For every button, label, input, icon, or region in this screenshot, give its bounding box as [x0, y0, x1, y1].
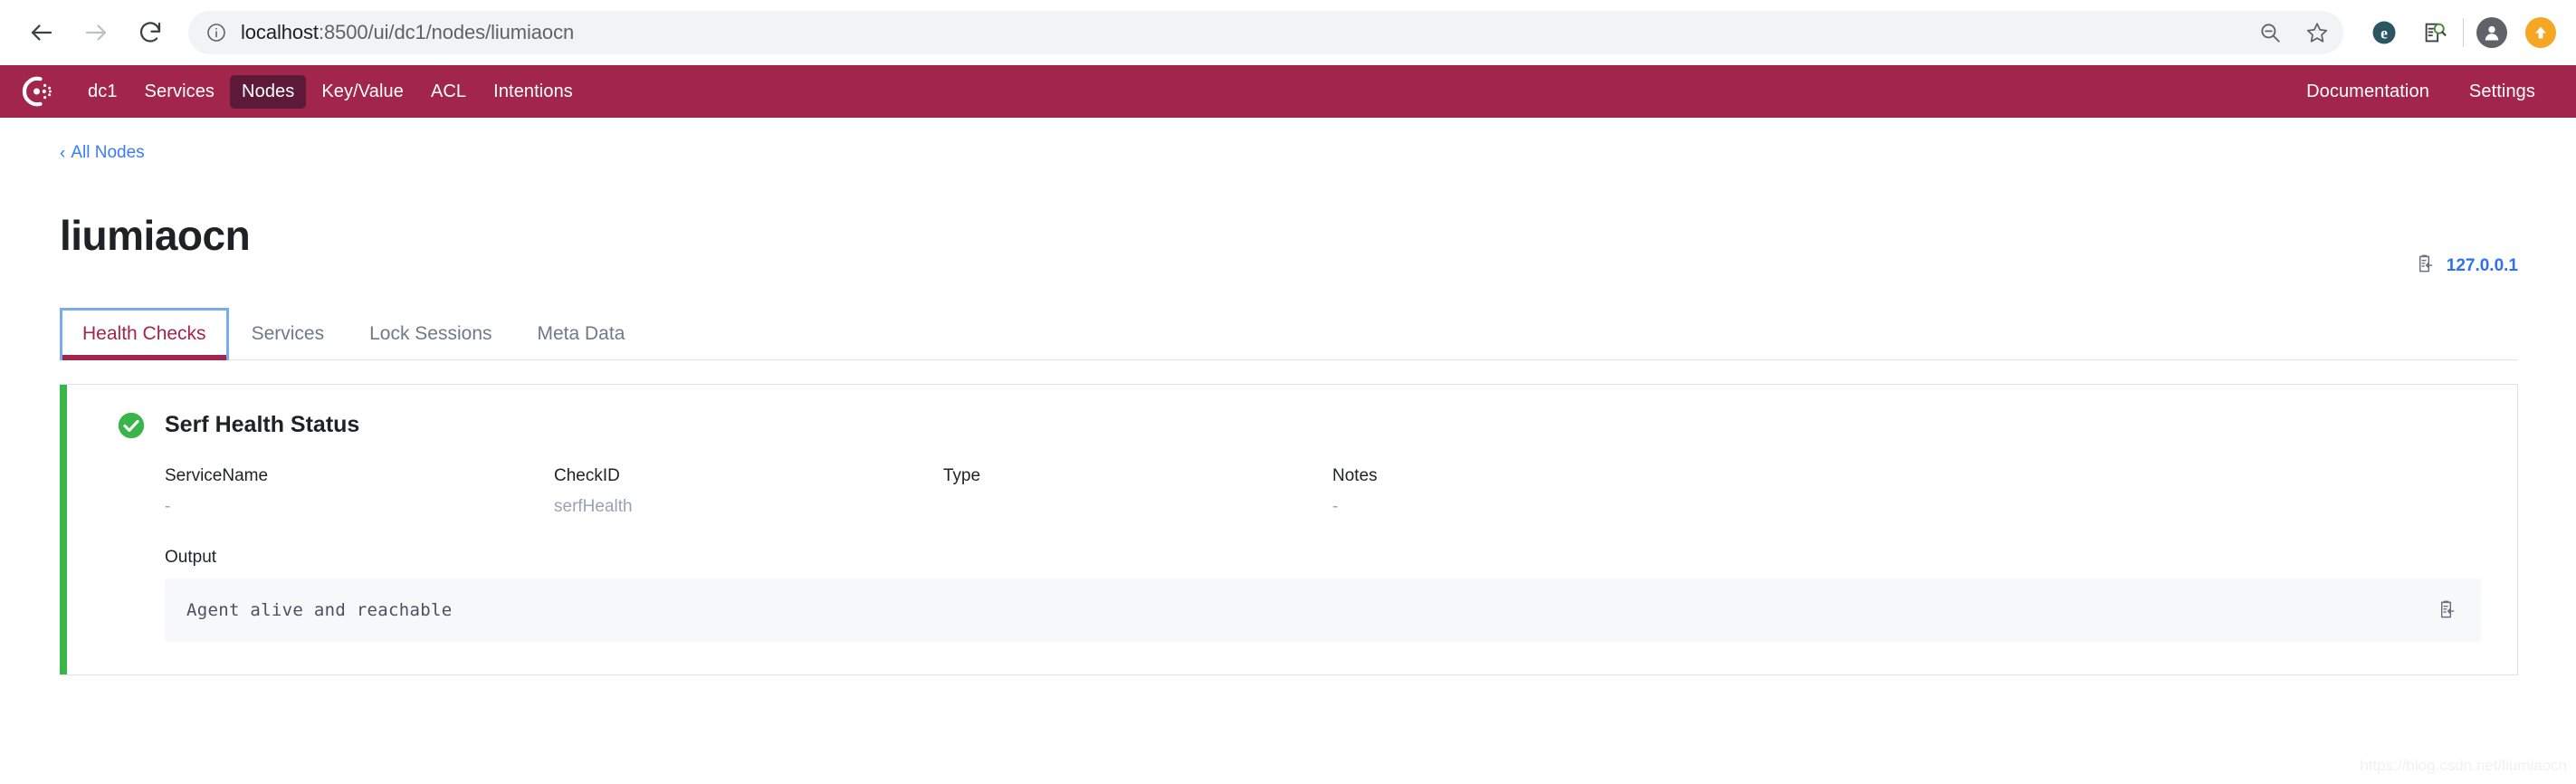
tab-lock-sessions[interactable]: Lock Sessions	[347, 309, 514, 359]
forward-arrow-icon	[82, 19, 110, 46]
consul-nav-right: Documentation Settings	[2295, 75, 2547, 109]
zoom-out-icon[interactable]	[2256, 19, 2284, 46]
nav-item-key-value[interactable]: Key/Value	[310, 75, 415, 109]
node-tabs: Health Checks Services Lock Sessions Met…	[60, 310, 2518, 360]
browser-extensions: e	[2369, 17, 2450, 48]
tab-services[interactable]: Services	[229, 309, 348, 359]
check-circle-icon	[116, 410, 147, 441]
health-check-header: Serf Health Status	[116, 410, 2481, 441]
bookmark-star-icon[interactable]	[2304, 19, 2331, 46]
breadcrumb-label: All Nodes	[71, 143, 144, 163]
page-header: liumiaocn 127.0.0.1	[60, 186, 2518, 284]
node-address-link[interactable]: 127.0.0.1	[2447, 256, 2518, 276]
watermark: https://blog.csdn.net/liumiaocn	[2360, 757, 2567, 775]
consul-navbar: dc1 Services Nodes Key/Value ACL Intenti…	[0, 65, 2576, 118]
field-type: Type	[943, 466, 1332, 517]
health-check-card: Serf Health Status ServiceName - CheckID…	[60, 384, 2518, 675]
consul-nav-links: dc1 Services Nodes Key/Value ACL Intenti…	[76, 75, 585, 109]
health-check-title: Serf Health Status	[165, 412, 359, 438]
health-check-output: Output Agent alive and reachable	[116, 548, 2481, 642]
forward-button[interactable]	[71, 7, 121, 58]
nav-item-acl[interactable]: ACL	[419, 75, 478, 109]
output-box: Agent alive and reachable	[165, 578, 2481, 642]
url-text: localhost:8500/ui/dc1/nodes/liumiaocn	[241, 21, 574, 44]
chevron-left-icon: ‹	[60, 145, 65, 162]
inspect-extension-icon[interactable]	[2419, 17, 2450, 48]
status-indicator-bar	[60, 385, 67, 674]
tab-health-checks[interactable]: Health Checks	[60, 308, 229, 360]
field-label: ServiceName	[165, 466, 554, 486]
nav-item-documentation[interactable]: Documentation	[2295, 75, 2441, 109]
output-text: Agent alive and reachable	[186, 600, 452, 620]
field-value	[943, 497, 1332, 517]
address-bar[interactable]: localhost:8500/ui/dc1/nodes/liumiaocn	[188, 11, 2343, 54]
field-label: Notes	[1332, 466, 1722, 486]
field-label: CheckID	[554, 466, 943, 486]
consul-logo-icon[interactable]	[18, 72, 56, 110]
tab-meta-data[interactable]: Meta Data	[515, 309, 648, 359]
nav-item-settings[interactable]: Settings	[2457, 75, 2547, 109]
url-path: :8500/ui/dc1/nodes/liumiaocn	[319, 21, 574, 43]
svg-text:e: e	[2380, 24, 2388, 43]
edge-extension-icon[interactable]: e	[2369, 17, 2399, 48]
site-information-icon[interactable]	[203, 19, 230, 46]
update-available-button[interactable]	[2525, 17, 2556, 48]
output-label: Output	[165, 548, 2481, 568]
browser-toolbar: localhost:8500/ui/dc1/nodes/liumiaocn e	[0, 0, 2576, 65]
copy-to-clipboard-icon[interactable]	[2414, 253, 2435, 279]
page-content: ‹ All Nodes liumiaocn 127.0.0.1 Health C…	[0, 118, 2576, 784]
toolbar-separator	[2463, 18, 2464, 47]
field-value: serfHealth	[554, 497, 943, 517]
omnibox-actions	[2242, 19, 2331, 46]
field-value: -	[165, 497, 554, 517]
browser-nav-buttons	[16, 7, 176, 58]
field-checkid: CheckID serfHealth	[554, 466, 943, 517]
nav-item-services[interactable]: Services	[133, 75, 227, 109]
profile-avatar[interactable]	[2476, 17, 2507, 48]
copy-output-icon[interactable]	[2432, 597, 2459, 624]
nav-item-nodes[interactable]: Nodes	[230, 75, 306, 109]
page-title: liumiaocn	[60, 215, 250, 256]
nav-item-intentions[interactable]: Intentions	[482, 75, 585, 109]
breadcrumb-all-nodes[interactable]: ‹ All Nodes	[60, 118, 145, 163]
node-address: 127.0.0.1	[2414, 253, 2518, 284]
reload-icon	[137, 19, 164, 46]
field-value: -	[1332, 497, 1722, 517]
reload-button[interactable]	[125, 7, 176, 58]
field-notes: Notes -	[1332, 466, 1722, 517]
nav-item-dc1[interactable]: dc1	[76, 75, 129, 109]
back-arrow-icon	[28, 19, 55, 46]
field-servicename: ServiceName -	[165, 466, 554, 517]
back-button[interactable]	[16, 7, 67, 58]
health-check-fields: ServiceName - CheckID serfHealth Type No…	[116, 466, 2481, 517]
field-label: Type	[943, 466, 1332, 486]
url-host: localhost	[241, 21, 319, 43]
